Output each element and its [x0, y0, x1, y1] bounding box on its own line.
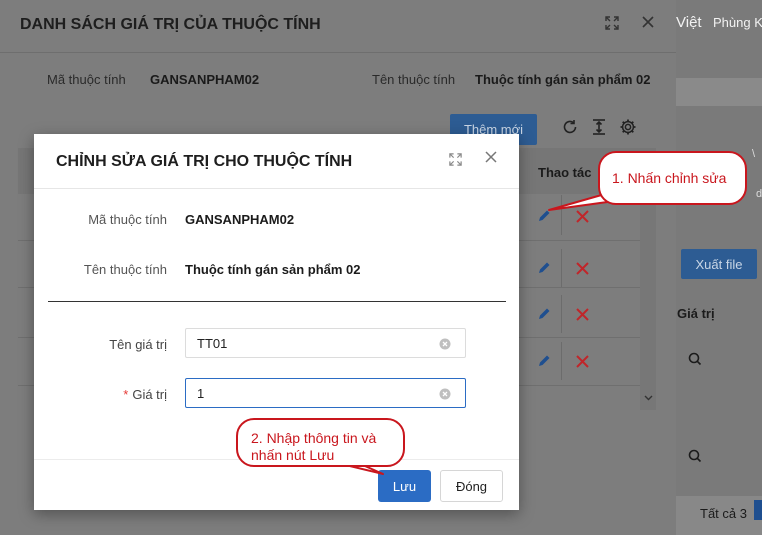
annotation-step-1-text: 1. Nhấn chỉnh sửa: [612, 170, 727, 186]
annotation-step-2-line-1: 2. Nhập thông tin và: [251, 430, 377, 446]
annotation-step-1: 1. Nhấn chỉnh sửa: [598, 151, 747, 205]
annotation-step-2: 2. Nhập thông tin và nhấn nút Lưu: [236, 418, 405, 467]
annotation-step-2-line-2: nhấn nút Lưu: [251, 447, 335, 463]
